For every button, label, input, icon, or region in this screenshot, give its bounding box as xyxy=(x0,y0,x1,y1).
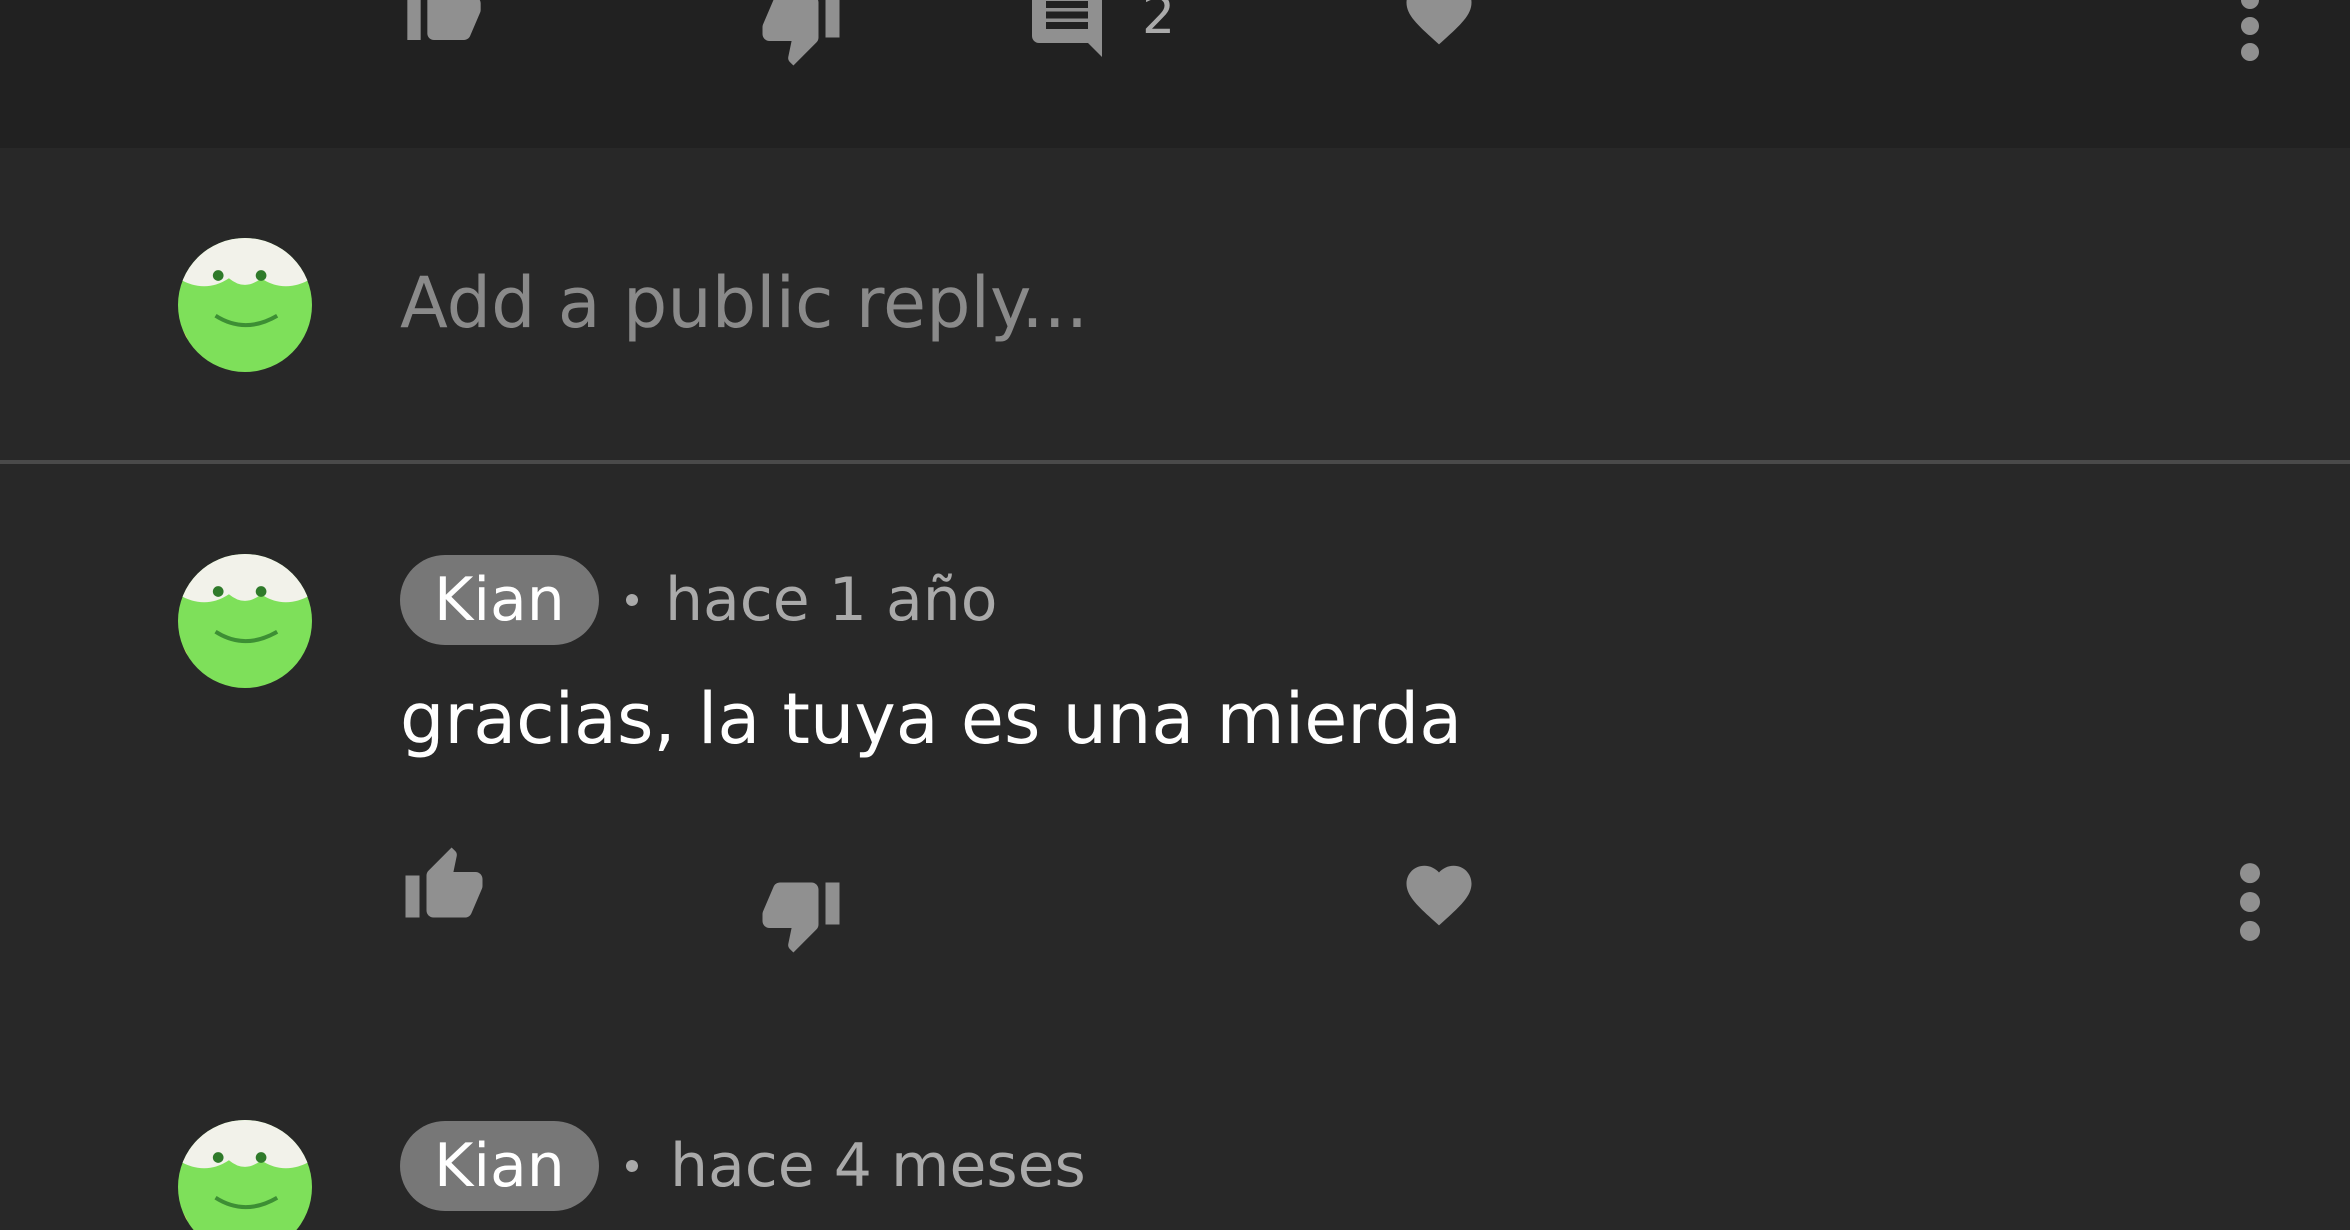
comment-icon[interactable] xyxy=(1025,0,1109,64)
comment: Kian hace 1 año gracias, la tuya es una … xyxy=(0,464,2350,1024)
more-vertical-icon[interactable] xyxy=(2230,0,2270,62)
avatar[interactable] xyxy=(178,1120,312,1230)
comment-timestamp[interactable]: hace 1 año xyxy=(665,555,998,645)
avatar[interactable] xyxy=(178,554,312,688)
reply-count: 2 xyxy=(1142,0,1176,46)
comment-text: gracias, la tuya es una mierda xyxy=(400,678,1463,760)
comment: Kian hace 4 meses xyxy=(0,1030,2350,1230)
comments-thread: 2 Add a public reply... Kian hace 1 año … xyxy=(0,0,2350,1230)
separator-dot xyxy=(626,1160,638,1172)
thumbs-up-icon[interactable] xyxy=(398,844,490,928)
thumbs-up-icon[interactable] xyxy=(398,0,490,50)
previous-comment-action-bar: 2 xyxy=(0,0,2350,148)
reply-box xyxy=(0,148,2350,462)
avatar xyxy=(178,238,312,372)
thumbs-down-icon[interactable] xyxy=(755,872,847,956)
author-badge[interactable]: Kian xyxy=(400,1121,599,1211)
comment-timestamp[interactable]: hace 4 meses xyxy=(670,1121,1086,1211)
separator-dot xyxy=(626,594,638,606)
more-vertical-icon[interactable] xyxy=(2230,862,2270,942)
reply-input[interactable] xyxy=(400,258,2200,348)
heart-icon[interactable] xyxy=(1398,0,1480,53)
heart-icon[interactable] xyxy=(1398,856,1480,934)
thumbs-down-icon[interactable] xyxy=(755,0,847,69)
author-badge[interactable]: Kian xyxy=(400,555,599,645)
